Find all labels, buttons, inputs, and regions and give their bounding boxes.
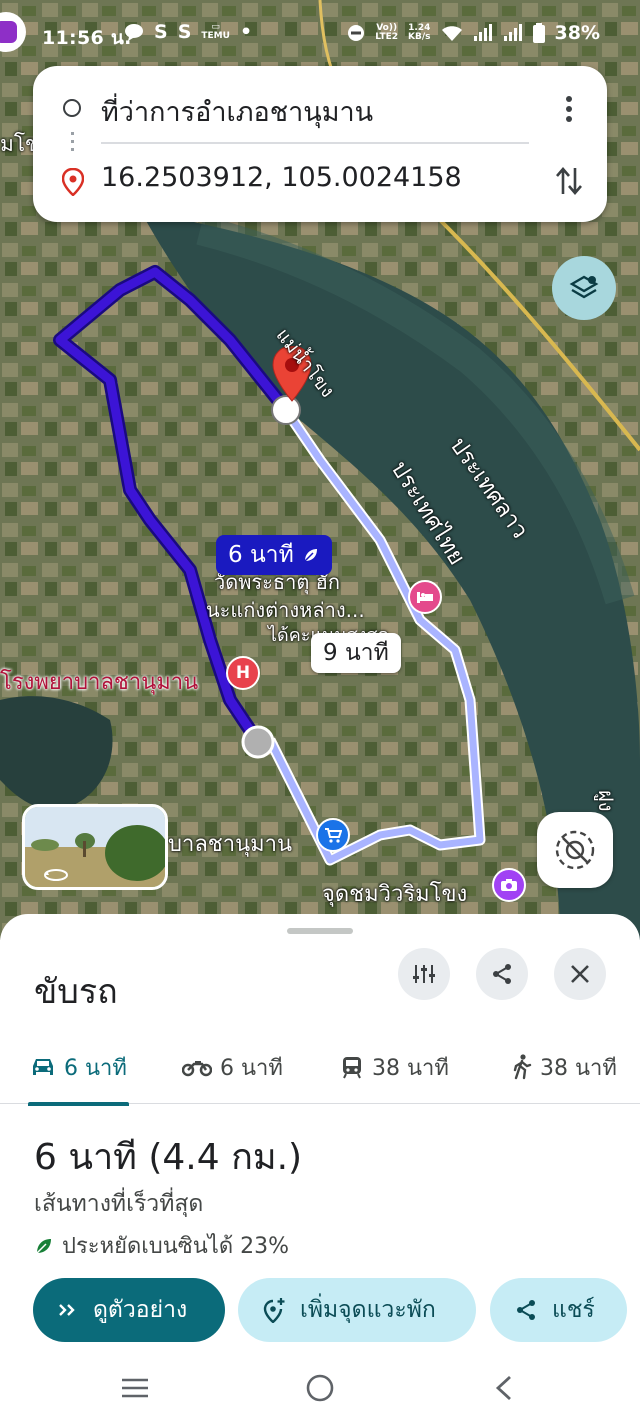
sheet-drag-handle[interactable] (287, 928, 353, 934)
market-label[interactable]: บาลชานุมาน (168, 826, 292, 861)
sheet-title: ขับรถ (34, 972, 118, 1012)
tab-transit-time: 38 นาที (372, 1055, 449, 1081)
status-dot: • (239, 21, 253, 43)
alt-route-time-chip[interactable]: 9 นาที (311, 633, 401, 673)
destination-input[interactable]: 16.2503912, 105.0024158 (101, 162, 462, 193)
temu-icon: ▭ TEMU (201, 22, 230, 41)
walk-icon (513, 1054, 532, 1080)
signal-icon-1 (473, 24, 492, 41)
route-subtitle: เส้นทางที่เร็วที่สุด (34, 1191, 204, 1217)
tab-motorcycle-time: 6 นาที (220, 1055, 283, 1081)
home-icon[interactable] (304, 1372, 336, 1404)
close-icon (571, 965, 589, 983)
travel-mode-tabs: 6 นาที 6 นาที 38 นาที 38 นาที (0, 1032, 640, 1106)
app-notification-icon (0, 12, 26, 52)
share-icon (493, 964, 511, 984)
status-icon-s2: S (177, 21, 192, 43)
edge-label-right: ฝูง (594, 790, 618, 812)
primary-route-time: 6 นาที (228, 542, 294, 568)
fuel-savings-text: ประหยัดเบนซินได้ 23% (62, 1234, 290, 1259)
chat-icon (125, 24, 143, 41)
volte-indicator: Vo)) LTE2 (375, 23, 399, 42)
share-route-button[interactable] (476, 948, 528, 1000)
divider (101, 142, 529, 144)
clock: 11:56 น. (42, 27, 132, 49)
rotate-360-icon (44, 869, 68, 881)
add-stop-button[interactable]: เพิ่มจุดแวะพัก (238, 1278, 476, 1342)
origin-circle-icon (63, 99, 81, 117)
share-icon (517, 1300, 535, 1320)
wifi-icon (441, 26, 462, 41)
recenter-button[interactable] (537, 812, 613, 888)
tab-walk-time: 38 นาที (540, 1055, 617, 1081)
do-not-disturb-icon (348, 25, 365, 41)
tab-drive[interactable]: 6 นาที (28, 1032, 129, 1106)
layers-icon (569, 275, 599, 299)
route-options-button[interactable] (398, 948, 450, 1000)
more-options-icon[interactable] (557, 96, 581, 126)
share-label: แชร์ (552, 1297, 595, 1323)
location-pin-icon (62, 168, 84, 196)
origin-input[interactable]: ที่ว่าการอำเภอชานุมาน (101, 90, 373, 133)
double-chevron-icon (59, 1304, 75, 1316)
preview-button[interactable]: ดูตัวอย่าง (33, 1278, 225, 1342)
network-speed: 1.24 KB/s (408, 23, 431, 42)
close-button[interactable] (554, 948, 606, 1000)
shopping-cart-icon[interactable] (316, 818, 350, 852)
destination-row[interactable]: 16.2503912, 105.0024158 (33, 146, 607, 216)
map-view[interactable]: แม่น้ำโขง ประเทศลาว ประเทศไทย มโข ฝูง วั… (0, 0, 640, 940)
motorcycle-icon (182, 1061, 212, 1077)
location-off-icon (555, 830, 595, 870)
battery-level: 38% (554, 22, 600, 44)
back-icon[interactable] (492, 1374, 516, 1402)
tab-motorcycle[interactable]: 6 นาที (182, 1032, 283, 1102)
hotel-icon[interactable] (408, 580, 442, 614)
recent-apps-icon[interactable] (120, 1376, 150, 1400)
directions-sheet: ขับรถ 6 นาที 6 นาที 38 นาที 38 นาที 6 นา… (0, 914, 640, 1421)
route-summary: 6 นาที (4.4 กม.) (34, 1137, 303, 1178)
hospital-label[interactable]: โรงพยาบาลชานุมาน (0, 664, 198, 699)
eco-leaf-icon (36, 1238, 51, 1254)
battery-icon (532, 23, 545, 43)
tab-walk[interactable]: 38 นาที (512, 1032, 617, 1102)
layers-button[interactable] (552, 256, 616, 320)
origin-row[interactable]: ที่ว่าการอำเภอชานุมาน (33, 72, 607, 142)
tab-transit[interactable]: 38 นาที (340, 1032, 449, 1102)
signal-icon-2 (503, 24, 522, 41)
transit-icon (343, 1057, 361, 1079)
primary-route-time-chip[interactable]: 6 นาที (216, 535, 332, 575)
preview-label: ดูตัวอย่าง (93, 1297, 188, 1323)
car-icon (33, 1059, 53, 1075)
fuel-savings: ประหยัดเบนซินได้ 23% (34, 1228, 289, 1263)
add-location-icon (263, 1298, 285, 1323)
viewpoint-label[interactable]: จุดชมวิวริมโขง (322, 876, 467, 911)
eco-leaf-icon (304, 549, 317, 562)
tab-drive-time: 6 นาที (64, 1055, 127, 1081)
camera-icon[interactable] (492, 868, 526, 902)
hospital-icon[interactable]: H (226, 656, 260, 690)
street-view-thumbnail[interactable] (22, 804, 168, 890)
share-button[interactable]: แชร์ (490, 1278, 627, 1342)
add-stop-label: เพิ่มจุดแวะพัก (300, 1297, 436, 1323)
tune-icon (413, 965, 435, 983)
swap-icon[interactable] (555, 164, 583, 198)
status-icon-s1: S (154, 21, 168, 43)
system-nav-bar (0, 1362, 640, 1421)
status-bar: 11:56 น. S S ▭ TEMU • Vo)) LTE2 1.24 KB/s 3… (0, 0, 640, 64)
route-card: ที่ว่าการอำเภอชานุมาน 16.2503912, 105.00… (33, 66, 607, 222)
